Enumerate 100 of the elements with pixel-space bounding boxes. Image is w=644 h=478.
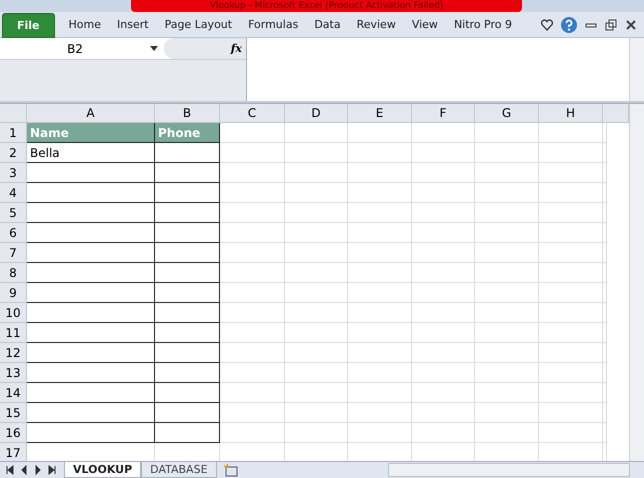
- table-cell: [155, 263, 220, 283]
- row-header[interactable]: 2: [0, 143, 27, 163]
- window-title: Vlookup - Microsoft Excel (Product Activation Failed): [210, 0, 444, 12]
- function-button[interactable]: fx: [230, 42, 242, 55]
- heart-icon[interactable]: [540, 18, 554, 32]
- table-cell: [475, 183, 539, 203]
- row-header[interactable]: 8: [0, 263, 27, 283]
- table-cell: [412, 323, 475, 343]
- table-cell: [539, 403, 603, 423]
- table-cell: [539, 163, 603, 183]
- table-cell: [412, 223, 475, 243]
- row-header[interactable]: 3: [0, 163, 27, 183]
- table-cell: [285, 143, 348, 163]
- table-cell: [155, 143, 220, 163]
- table-cell: [412, 123, 475, 143]
- help-icon[interactable]: [560, 16, 578, 34]
- table-cell: [348, 423, 412, 443]
- table-cell: [475, 223, 539, 243]
- table-cell: [475, 363, 539, 383]
- table-cell: [220, 143, 285, 163]
- row-header[interactable]: 6: [0, 223, 27, 243]
- table-cell: [412, 383, 475, 403]
- name-box[interactable]: B2: [0, 38, 164, 59]
- row-header[interactable]: 10: [0, 303, 27, 323]
- table-cell: [348, 143, 412, 163]
- formula-scrollbar[interactable]: [629, 38, 644, 101]
- close-icon[interactable]: [624, 18, 638, 32]
- sheet-tab[interactable]: DATABASE: [141, 462, 217, 478]
- table-cell: [412, 203, 475, 223]
- file-tab[interactable]: File: [2, 13, 55, 38]
- table-cell: [348, 403, 412, 423]
- row-header[interactable]: 7: [0, 243, 27, 263]
- column-header[interactable]: E: [348, 104, 412, 123]
- table-cell: [285, 423, 348, 443]
- horizontal-scrollbar[interactable]: [388, 463, 630, 477]
- row-header[interactable]: 12: [0, 343, 27, 363]
- table-cell: [220, 263, 285, 283]
- ribbon-tab[interactable]: View: [404, 18, 446, 31]
- column-header[interactable]: F: [412, 104, 475, 123]
- table-cell: [220, 343, 285, 363]
- table-cell: [412, 263, 475, 283]
- row-header[interactable]: 15: [0, 403, 27, 423]
- row-header[interactable]: 1: [0, 123, 27, 143]
- row-header[interactable]: 11: [0, 323, 27, 343]
- sheet-nav-icon[interactable]: [4, 464, 16, 476]
- row-header[interactable]: 16: [0, 423, 27, 443]
- table-cell: [285, 283, 348, 303]
- table-cell: [220, 383, 285, 403]
- column-header[interactable]: D: [285, 104, 348, 123]
- table-cell: [348, 263, 412, 283]
- ribbon-tab[interactable]: Data: [306, 18, 349, 31]
- sheet-nav-icon[interactable]: [46, 464, 58, 476]
- column-header[interactable]: C: [220, 104, 285, 123]
- table-cell: [220, 363, 285, 383]
- table-cell: [348, 363, 412, 383]
- ribbon-tab[interactable]: Review: [348, 18, 404, 31]
- table-cell: [475, 383, 539, 403]
- row-header[interactable]: 13: [0, 363, 27, 383]
- table-cell: [155, 323, 220, 343]
- table-cell: [155, 183, 220, 203]
- table-cell: [539, 243, 603, 263]
- table-cell: [412, 283, 475, 303]
- table-cell: [475, 303, 539, 323]
- column-header[interactable]: A: [27, 104, 155, 123]
- sheet-tab[interactable]: VLOOKUP: [64, 462, 142, 478]
- ribbon-tab[interactable]: Page Layout: [156, 18, 240, 31]
- table-cell: [220, 223, 285, 243]
- table-cell: [539, 223, 603, 243]
- row-header[interactable]: 5: [0, 203, 27, 223]
- table-cell: [412, 303, 475, 323]
- row-header[interactable]: 9: [0, 283, 27, 303]
- column-header[interactable]: H: [539, 104, 603, 123]
- table-cell: [285, 323, 348, 343]
- table-cell: [220, 403, 285, 423]
- table-cell: [475, 203, 539, 223]
- ribbon-tab[interactable]: Nitro Pro 9: [446, 18, 520, 31]
- restore-icon[interactable]: [604, 18, 618, 32]
- table-cell: [348, 223, 412, 243]
- vertical-scrollbar[interactable]: [629, 104, 644, 461]
- table-cell: Bella: [27, 143, 155, 163]
- table-cell: [412, 423, 475, 443]
- row-header[interactable]: 17: [0, 443, 27, 461]
- table-cell: [285, 383, 348, 403]
- table-cell: [539, 363, 603, 383]
- table-cell: [475, 283, 539, 303]
- row-header[interactable]: 14: [0, 383, 27, 403]
- table-cell: [155, 343, 220, 363]
- new-sheet-icon[interactable]: [222, 463, 239, 477]
- table-cell: [285, 123, 348, 143]
- table-cell: [475, 243, 539, 263]
- column-header[interactable]: B: [155, 104, 220, 123]
- row-header[interactable]: 4: [0, 183, 27, 203]
- caret-icon: [150, 46, 158, 51]
- ribbon-tab[interactable]: Insert: [109, 18, 157, 31]
- column-header[interactable]: G: [475, 104, 539, 123]
- table-cell: [475, 163, 539, 183]
- table-cell: [475, 323, 539, 343]
- ribbon-tab[interactable]: Formulas: [240, 18, 306, 31]
- table-cell: [220, 123, 285, 143]
- ribbon-tab[interactable]: Home: [60, 18, 109, 31]
